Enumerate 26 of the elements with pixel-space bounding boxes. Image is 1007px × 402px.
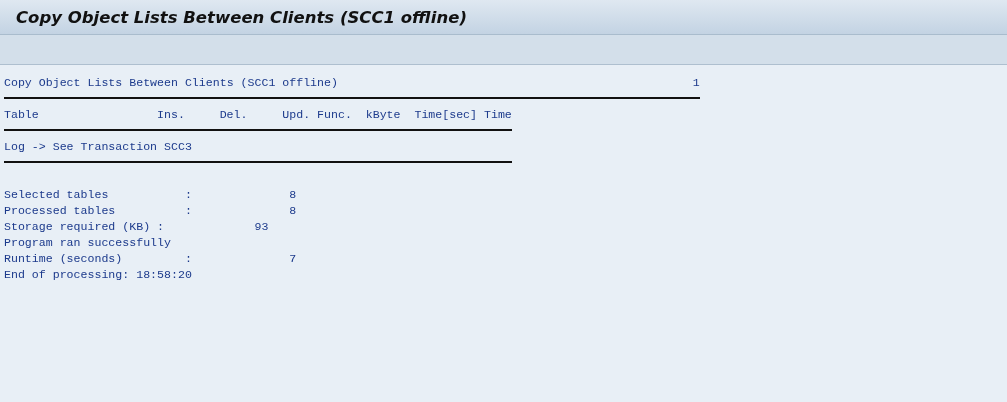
- stat-value: 93: [253, 219, 269, 235]
- column-header: Time[sec]: [414, 107, 479, 123]
- column-header: Table: [4, 107, 40, 123]
- stat-label: Storage required (KB): [4, 219, 152, 235]
- colon: :: [157, 219, 164, 235]
- page-number: 1: [692, 75, 700, 91]
- window-title: Copy Object Lists Between Clients (SCC1 offline): [16, 7, 467, 27]
- column-header: Time: [484, 107, 512, 123]
- column-header: Func.: [317, 107, 353, 123]
- stat-value: 8: [288, 187, 297, 203]
- message-text: Program ran successfully: [4, 235, 171, 251]
- log-note: Log -> See Transaction SCC3: [4, 139, 192, 155]
- colon: :: [184, 203, 192, 219]
- colon: :: [184, 251, 192, 267]
- column-header: kByte: [365, 107, 402, 123]
- stat-value: 7: [288, 251, 297, 267]
- message-text: End of processing: 18:58:20: [4, 267, 192, 283]
- column-header: Upd.: [282, 107, 312, 123]
- report-title: Copy Object Lists Between Clients (SCC1 offline): [4, 75, 339, 91]
- stat-label: Selected tables: [4, 187, 110, 203]
- colon: :: [184, 187, 192, 203]
- column-header: Del.: [219, 107, 249, 123]
- stat-value: 8: [288, 203, 297, 219]
- stat-label: Runtime (seconds): [4, 251, 124, 267]
- stat-label: Processed tables: [4, 203, 117, 219]
- column-header: Ins.: [157, 107, 186, 123]
